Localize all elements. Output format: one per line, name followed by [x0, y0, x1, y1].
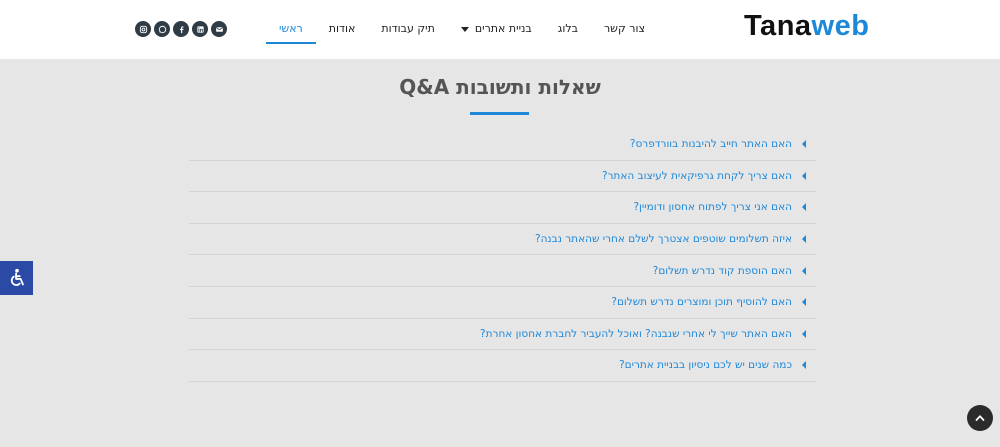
title-underline — [470, 112, 529, 115]
scroll-to-top-button[interactable] — [967, 405, 993, 431]
faq-item[interactable]: האם הוספת קוד נדרש תשלום? — [189, 255, 816, 287]
nav-item-label: בלוג — [557, 22, 578, 35]
nav-item-blog[interactable]: בלוג — [545, 14, 591, 44]
faq-question: האם הוספת קוד נדרש תשלום? — [652, 264, 792, 277]
faq-question: כמה שנים יש לכם ניסיון בבניית אתרים? — [619, 359, 792, 372]
logo-text-dark: Tana — [744, 10, 812, 42]
logo-text-blue: web — [811, 10, 870, 42]
caret-left-icon — [802, 329, 806, 338]
nav-item-label: תיק עבודות — [381, 22, 435, 35]
social-links — [135, 21, 227, 37]
caret-left-icon — [802, 140, 806, 149]
site-logo[interactable]: Tanaweb — [744, 10, 869, 43]
nav-item-about[interactable]: אודות — [316, 14, 369, 44]
page-title: שאלות ותשובות Q&A — [399, 75, 601, 99]
faq-question: איזה תשלומים שוטפים אצטרך לשלם אחרי שהאת… — [535, 233, 792, 246]
chevron-up-icon — [975, 415, 985, 421]
main-nav: ראשי אודות תיק עבודות בניית אתרים בלוג צ… — [265, 14, 658, 44]
nav-item-portfolio[interactable]: תיק עבודות — [368, 14, 447, 44]
caret-left-icon — [802, 361, 806, 370]
chevron-down-icon — [460, 26, 469, 32]
faq-question: האם אני צריך לפתוח אחסון ודומיין? — [633, 201, 792, 214]
nav-item-home[interactable]: ראשי — [265, 14, 316, 44]
faq-item[interactable]: האם האתר שייך לי אחרי שנבנה? ואוכל להעבי… — [189, 319, 816, 351]
nav-item-label: אודות — [328, 22, 356, 35]
faq-item[interactable]: כמה שנים יש לכם ניסיון בבניית אתרים? — [189, 350, 816, 382]
faq-item[interactable]: האם האתר חייב להיבנות בוורדפרס? — [189, 129, 816, 161]
faq-item[interactable]: האם צריך לקחת גרפיקאית לעיצוב האתר? — [189, 161, 816, 193]
faq-question: האם צריך לקחת גרפיקאית לעיצוב האתר? — [601, 169, 792, 182]
nav-item-label: צור קשר — [603, 22, 645, 35]
caret-left-icon — [802, 298, 806, 307]
wheelchair-icon — [10, 268, 24, 286]
facebook-icon[interactable] — [173, 21, 189, 37]
faq-item[interactable]: האם אני צריך לפתוח אחסון ודומיין? — [189, 192, 816, 224]
faq-question: האם האתר חייב להיבנות בוורדפרס? — [629, 138, 792, 151]
caret-left-icon — [802, 235, 806, 244]
email-icon[interactable] — [211, 21, 227, 37]
faq-item[interactable]: איזה תשלומים שוטפים אצטרך לשלם אחרי שהאת… — [189, 224, 816, 256]
instagram-icon[interactable] — [135, 21, 151, 37]
whatsapp-icon[interactable] — [154, 21, 170, 37]
nav-item-contact[interactable]: צור קשר — [591, 14, 658, 44]
faq-question: האם להוסיף תוכן ומוצרים נדרש תשלום? — [611, 296, 792, 309]
linkedin-icon[interactable] — [192, 21, 208, 37]
faq-question: האם האתר שייך לי אחרי שנבנה? ואוכל להעבי… — [480, 327, 792, 340]
caret-left-icon — [802, 203, 806, 212]
nav-item-website-building[interactable]: בניית אתרים — [448, 14, 545, 44]
accessibility-button[interactable] — [0, 261, 33, 295]
faq-item[interactable]: האם להוסיף תוכן ומוצרים נדרש תשלום? — [189, 287, 816, 319]
nav-item-label: בניית אתרים — [474, 22, 532, 35]
caret-left-icon — [802, 266, 806, 275]
site-header: Tanaweb ראשי אודות תיק עבודות בניית אתרי… — [0, 0, 1000, 59]
caret-left-icon — [802, 171, 806, 180]
nav-item-label: ראשי — [278, 22, 303, 35]
faq-list: האם האתר חייב להיבנות בוורדפרס? האם צריך… — [189, 129, 816, 382]
